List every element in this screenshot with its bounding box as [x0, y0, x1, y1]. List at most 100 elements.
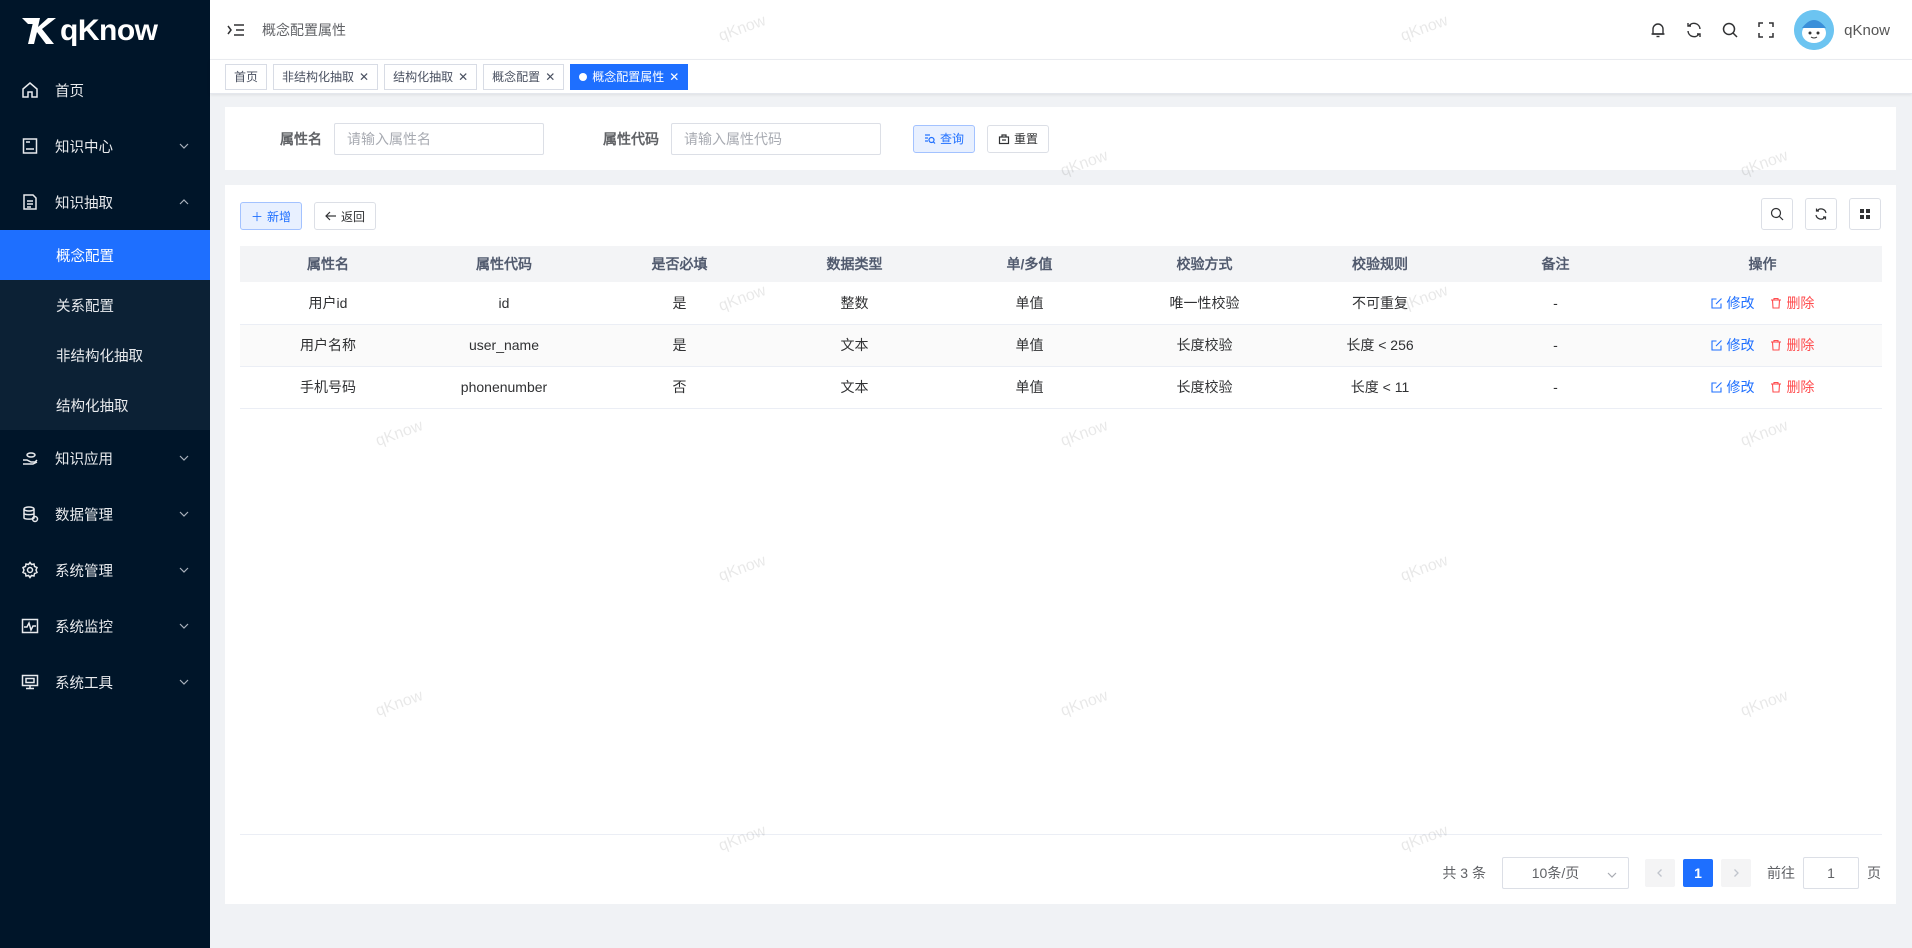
- add-button-label: 新增: [267, 209, 292, 224]
- tag-concept-config[interactable]: 概念配置 ✕: [483, 63, 565, 90]
- page-number-button[interactable]: 1: [1683, 859, 1713, 887]
- close-icon[interactable]: ✕: [458, 70, 468, 84]
- sidebar-item-structured-extraction[interactable]: 结构化抽取: [0, 380, 210, 430]
- cell-type: 整数: [767, 282, 942, 325]
- query-button[interactable]: 查询: [913, 124, 976, 153]
- table-row: 手机号码 phonenumber 否 文本 单值 长度校验 长度 < 11 - …: [240, 366, 1882, 409]
- sidebar-item-relation-config[interactable]: 关系配置: [0, 280, 210, 330]
- reset-button[interactable]: 重置: [987, 124, 1050, 153]
- edit-button[interactable]: 修改: [1710, 335, 1755, 355]
- prev-page-button[interactable]: [1645, 859, 1675, 887]
- delete-button[interactable]: 删除: [1770, 377, 1814, 397]
- sidebar-item-label: 知识中心: [55, 139, 113, 156]
- sidebar-item-knowledge-extraction[interactable]: 知识抽取: [0, 174, 210, 230]
- sidebar-item-unstructured-extraction[interactable]: 非结构化抽取: [0, 330, 210, 380]
- close-icon[interactable]: ✕: [359, 70, 369, 84]
- sidebar-item-knowledge-center[interactable]: 知识中心: [0, 118, 210, 174]
- sidebar-item-concept-config[interactable]: 概念配置: [0, 230, 210, 280]
- next-page-button[interactable]: [1721, 859, 1751, 887]
- edit-label: 修改: [1726, 337, 1755, 353]
- table-tools: [1749, 198, 1881, 230]
- sidebar-item-knowledge-application[interactable]: 知识应用: [0, 430, 210, 486]
- sidebar-item-label: 系统监控: [55, 619, 113, 636]
- column-header: 属性名: [240, 246, 416, 282]
- sidebar-item-label: 知识抽取: [55, 195, 113, 212]
- trash-icon: [1770, 381, 1782, 393]
- cell-required: 是: [592, 282, 767, 325]
- sidebar-item-label: 系统管理: [55, 563, 113, 580]
- sidebar-item-data-management[interactable]: 数据管理: [0, 486, 210, 542]
- attr-name-input[interactable]: 请输入属性名: [334, 122, 544, 155]
- tag-home[interactable]: 首页: [225, 63, 268, 90]
- tag-concept-config-attributes[interactable]: 概念配置属性 ✕: [570, 63, 689, 90]
- edit-button[interactable]: 修改: [1710, 377, 1755, 397]
- edit-icon: [1710, 297, 1723, 309]
- edit-icon: [1710, 381, 1723, 393]
- delete-button[interactable]: 删除: [1770, 293, 1814, 313]
- toggle-search-button[interactable]: [1761, 198, 1793, 230]
- chevron-down-icon: [1606, 868, 1618, 884]
- column-settings-button[interactable]: [1849, 198, 1881, 230]
- search-icon[interactable]: [1712, 12, 1748, 48]
- attr-code-label: 属性代码: [603, 130, 659, 147]
- cell-code: id: [416, 282, 592, 325]
- collapse-menu-icon[interactable]: [226, 20, 246, 40]
- cell-actions: 修改 删除: [1643, 366, 1882, 409]
- sidebar-item-label: 知识应用: [55, 451, 113, 468]
- active-dot-icon: [579, 72, 588, 81]
- close-icon[interactable]: ✕: [545, 70, 555, 84]
- back-button-label: 返回: [341, 209, 366, 224]
- cell-check: 长度校验: [1117, 324, 1292, 367]
- sidebar-item-home[interactable]: 首页: [0, 62, 210, 118]
- table-card: ＋ 新增 返回 属性名 属性代码 是否必填 数据类型 单/多值 校验方式 校验规…: [225, 185, 1896, 904]
- query-button-label: 查询: [940, 132, 965, 146]
- reset-button-label: 重置: [1014, 132, 1039, 146]
- sidebar-item-label: 首页: [55, 83, 84, 100]
- table-header-row: 属性名 属性代码 是否必填 数据类型 单/多值 校验方式 校验规则 备注 操作: [240, 246, 1882, 282]
- tag-structured-extraction[interactable]: 结构化抽取 ✕: [384, 63, 478, 90]
- attributes-table: 属性名 属性代码 是否必填 数据类型 单/多值 校验方式 校验规则 备注 操作 …: [240, 246, 1882, 409]
- column-header: 单/多值: [942, 246, 1117, 282]
- edit-label: 修改: [1726, 294, 1755, 311]
- chevron-left-icon: [1657, 869, 1662, 877]
- tags-view-bar: 首页 非结构化抽取 ✕ 结构化抽取 ✕ 概念配置 ✕ 概念配置属性 ✕: [210, 60, 1912, 94]
- sidebar-item-system-monitor[interactable]: 系统监控: [0, 598, 210, 654]
- column-header: 数据类型: [767, 246, 942, 282]
- cell-multi: 单值: [942, 366, 1117, 409]
- cell-multi: 单值: [942, 282, 1117, 325]
- bell-icon[interactable]: [1640, 12, 1676, 48]
- back-button[interactable]: 返回: [314, 202, 377, 230]
- chevron-down-icon: [178, 508, 190, 524]
- table-row: 用户名称 user_name 是 文本 单值 长度校验 长度 < 256 - 修…: [240, 324, 1882, 367]
- sidebar-item-system-management[interactable]: 系统管理: [0, 542, 210, 598]
- delete-button[interactable]: 删除: [1770, 335, 1814, 355]
- book-icon: [20, 136, 40, 156]
- logo-mark-icon: [22, 18, 56, 44]
- cell-check: 长度校验: [1117, 366, 1292, 409]
- document-icon: [20, 192, 40, 212]
- page-size-select[interactable]: 10条/页: [1502, 857, 1629, 889]
- edit-label: 修改: [1726, 379, 1755, 395]
- sidebar-item-system-tools[interactable]: 系统工具: [0, 654, 210, 710]
- gear-icon: [20, 560, 40, 580]
- sidebar-item-label: 数据管理: [55, 507, 113, 524]
- refresh-icon[interactable]: [1676, 12, 1712, 48]
- add-button[interactable]: ＋ 新增: [240, 202, 303, 230]
- cell-remark: -: [1468, 324, 1643, 367]
- monitor-chart-icon: [20, 616, 40, 636]
- pagination: 共 3 条 10条/页 1 前往 1 页: [1442, 857, 1881, 889]
- column-header: 操作: [1643, 246, 1882, 282]
- avatar[interactable]: [1794, 10, 1835, 50]
- attr-code-input[interactable]: 请输入属性代码: [671, 122, 881, 155]
- fullscreen-icon[interactable]: [1748, 12, 1784, 48]
- cell-name: 用户名称: [240, 324, 416, 367]
- attr-code-placeholder: 请输入属性代码: [684, 130, 782, 147]
- refresh-table-button[interactable]: [1805, 198, 1837, 230]
- cell-actions: 修改 删除: [1643, 324, 1882, 367]
- close-icon[interactable]: ✕: [669, 70, 679, 84]
- username[interactable]: qKnow: [1844, 22, 1890, 39]
- goto-page-input[interactable]: 1: [1803, 857, 1859, 889]
- tag-unstructured-extraction[interactable]: 非结构化抽取 ✕: [273, 63, 379, 90]
- tag-label: 首页: [234, 70, 259, 84]
- edit-button[interactable]: 修改: [1710, 293, 1755, 313]
